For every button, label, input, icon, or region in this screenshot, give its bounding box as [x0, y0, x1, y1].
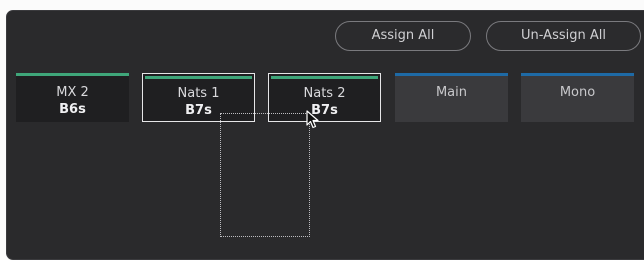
tile-color-bar	[395, 73, 508, 76]
bus-tile-main[interactable]: Main	[395, 73, 508, 122]
assign-all-button[interactable]: Assign All	[335, 21, 471, 51]
tile-name: Nats 2	[303, 86, 346, 101]
tile-color-bar	[521, 73, 634, 76]
tile-name: MX 2	[56, 85, 89, 100]
tile-name: Main	[435, 85, 468, 100]
unassign-all-button[interactable]: Un-Assign All	[486, 21, 641, 51]
bus-tile-mono[interactable]: Mono	[521, 73, 634, 122]
selection-marquee	[220, 113, 310, 237]
bus-tile-mx2[interactable]: MX 2 B6s	[16, 73, 129, 122]
tile-name: Mono	[559, 85, 596, 100]
tile-value: B6s	[59, 102, 86, 117]
tile-color-bar	[16, 73, 129, 76]
tile-name: Nats 1	[177, 86, 220, 101]
tile-color-bar	[145, 76, 252, 79]
tile-color-bar	[271, 76, 378, 79]
arrow-pointer-icon	[306, 110, 319, 129]
